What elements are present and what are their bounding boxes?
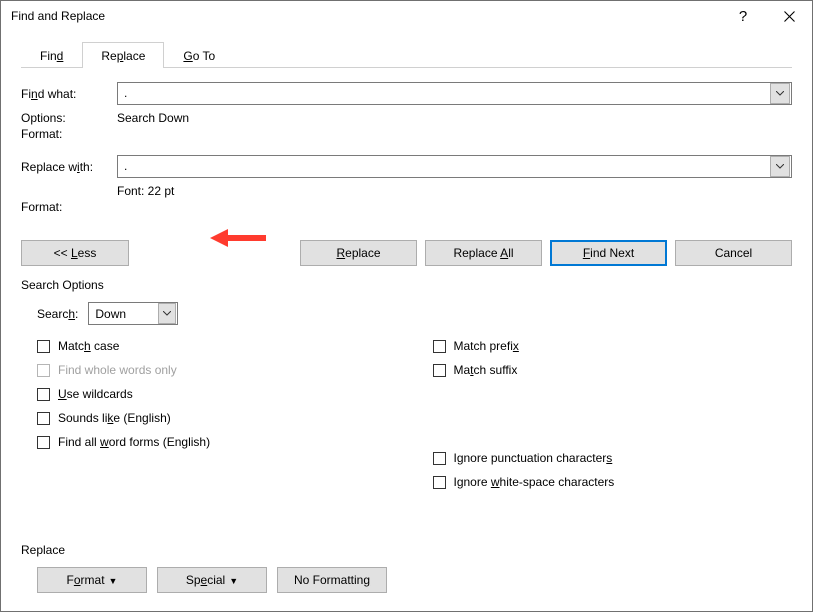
help-button[interactable]: ? [720, 1, 766, 31]
tab-find[interactable]: Find [21, 42, 82, 68]
format-button[interactable]: Format▼ [37, 567, 147, 593]
find-format-label: Format: [21, 127, 117, 141]
tab-goto[interactable]: Go To [164, 42, 234, 68]
check-ignore-punct[interactable]: Ignore punctuation characters [433, 451, 793, 465]
replace-with-input[interactable]: . [118, 156, 770, 177]
replace-with-dropdown[interactable] [770, 156, 790, 177]
search-direction-label: Search: [37, 307, 78, 321]
options-value: Search Down [117, 111, 189, 125]
search-direction-select[interactable]: Down [88, 302, 178, 325]
less-button[interactable]: << Less [21, 240, 129, 266]
tab-replace[interactable]: Replace [82, 42, 164, 68]
chevron-down-icon [163, 311, 171, 316]
replace-all-button[interactable]: Replace All [425, 240, 542, 266]
dialog-title: Find and Replace [11, 9, 105, 23]
chevron-down-icon [776, 91, 784, 96]
dropdown-arrow-icon: ▼ [109, 576, 118, 586]
close-icon [784, 11, 795, 22]
find-replace-dialog: Find and Replace ? Find Replace Go To Fi… [0, 0, 813, 612]
dropdown-arrow-icon: ▼ [229, 576, 238, 586]
replace-format-label [21, 184, 117, 198]
replace-format-value: Font: 22 pt [117, 184, 174, 198]
find-what-combo[interactable]: . [117, 82, 792, 105]
chevron-down-icon [776, 164, 784, 169]
search-options-title: Search Options [21, 278, 792, 292]
check-whole-words: Find whole words only [37, 363, 397, 377]
check-ignore-ws[interactable]: Ignore white-space characters [433, 475, 793, 489]
find-what-input[interactable]: . [118, 83, 770, 104]
search-direction-dropdown[interactable] [158, 303, 176, 324]
find-what-label: Find what: [21, 87, 117, 101]
find-what-dropdown[interactable] [770, 83, 790, 104]
check-match-prefix[interactable]: Match prefix [433, 339, 793, 353]
check-word-forms[interactable]: Find all word forms (English) [37, 435, 397, 449]
find-next-button[interactable]: Find Next [550, 240, 667, 266]
cancel-button[interactable]: Cancel [675, 240, 792, 266]
check-match-suffix[interactable]: Match suffix [433, 363, 793, 377]
titlebar: Find and Replace ? [1, 1, 812, 31]
tabs: Find Replace Go To [21, 41, 792, 68]
check-match-case[interactable]: Match case [37, 339, 397, 353]
replace-with-label: Replace with: [21, 160, 117, 174]
options-label: Options: [21, 111, 117, 125]
replace-button[interactable]: Replace [300, 240, 417, 266]
replace-format-label2: Format: [21, 200, 117, 214]
replace-section-title: Replace [21, 543, 792, 557]
replace-with-combo[interactable]: . [117, 155, 792, 178]
check-sounds-like[interactable]: Sounds like (English) [37, 411, 397, 425]
no-formatting-button[interactable]: No Formatting [277, 567, 387, 593]
special-button[interactable]: Special▼ [157, 567, 267, 593]
check-wildcards[interactable]: Use wildcards [37, 387, 397, 401]
close-button[interactable] [766, 1, 812, 31]
search-direction-value: Down [89, 307, 158, 321]
